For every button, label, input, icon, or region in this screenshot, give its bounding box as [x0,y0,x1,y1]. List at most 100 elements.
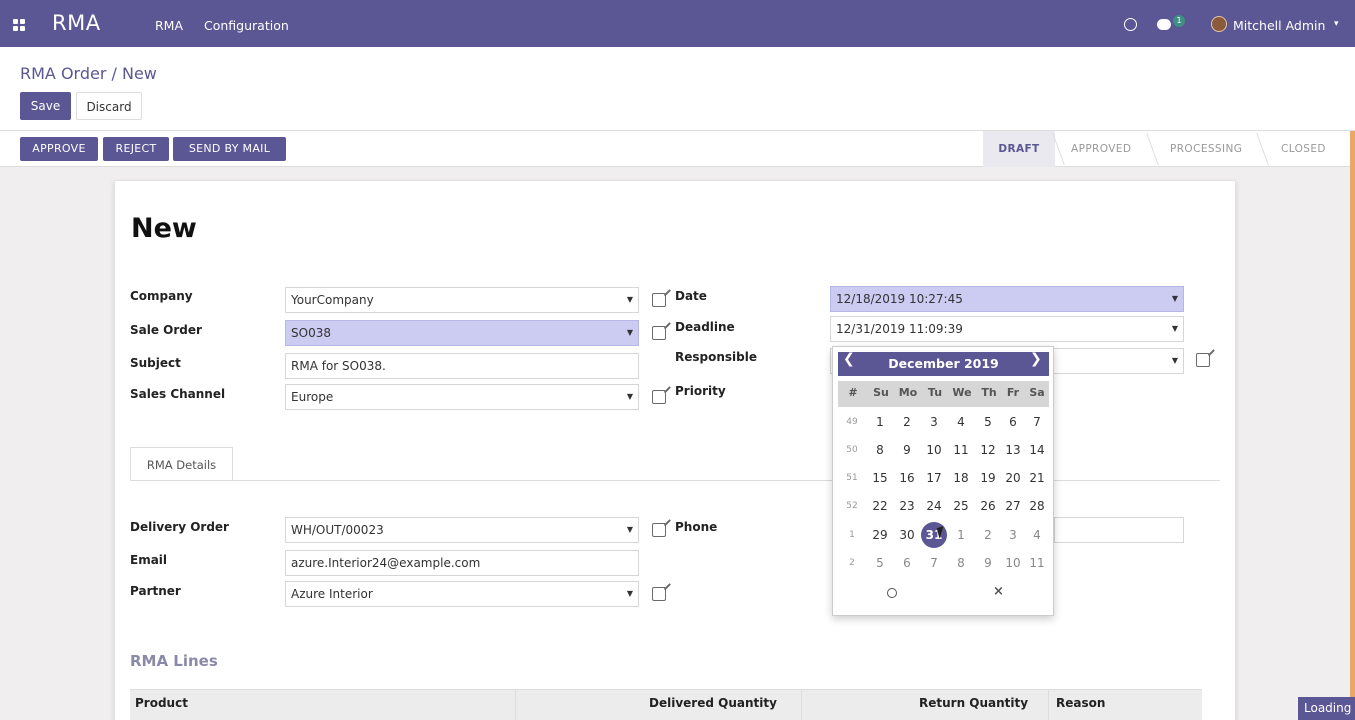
calendar-day[interactable]: 13 [1000,437,1026,463]
company-field[interactable]: YourCompany ▼ [285,287,639,313]
calendar-day[interactable]: 28 [1024,493,1050,519]
calendar-day[interactable]: 22 [867,493,893,519]
calendar-day[interactable]: 19 [975,465,1001,491]
stage-processing[interactable]: PROCESSING [1170,131,1242,167]
calendar-day[interactable]: 26 [975,493,1001,519]
breadcrumb[interactable]: RMA Order / New [20,64,157,83]
external-link-icon[interactable] [652,293,666,307]
calendar-day[interactable]: 16 [894,465,920,491]
send-by-mail-button[interactable]: SEND BY MAIL [173,137,286,161]
sales-channel-field[interactable]: Europe ▼ [285,384,639,410]
partner-field[interactable]: Azure Interior ▼ [285,581,639,607]
weekday-fr: Fr [1006,386,1020,399]
sale-order-field[interactable]: SO038 ▼ [285,320,639,346]
reject-button[interactable]: REJECT [103,137,169,161]
calendar-day[interactable]: 7 [921,550,947,576]
calendar-day[interactable]: 1 [867,409,893,435]
calendar-day[interactable]: 5 [975,409,1001,435]
chevron-down-icon[interactable]: ▼ [627,288,633,312]
calendar-day[interactable]: 2 [975,522,1001,548]
datepicker-month[interactable]: December 2019 [838,352,1049,376]
nav-menu-rma[interactable]: RMA [155,18,183,33]
chevron-down-icon[interactable]: ▼ [1172,287,1178,311]
stage-draft[interactable]: DRAFT [983,131,1055,167]
calendar-day[interactable]: 27 [1000,493,1026,519]
calendar-day[interactable]: 21 [1024,465,1050,491]
calendar-day[interactable]: 4 [948,409,974,435]
chevron-down-icon[interactable]: ▼ [627,321,633,345]
chat-icon[interactable] [1157,19,1171,30]
calendar-day[interactable]: 25 [948,493,974,519]
chevron-down-icon[interactable]: ▼ [627,385,633,409]
approve-button[interactable]: APPROVE [20,137,98,161]
calendar-day[interactable]: 23 [894,493,920,519]
column-return-quantity[interactable]: Return Quantity [919,696,1028,710]
stage-closed[interactable]: CLOSED [1281,131,1326,167]
email-field[interactable]: azure.Interior24@example.com [285,550,639,576]
calendar-day[interactable]: 15 [867,465,893,491]
responsible-label: Responsible [675,350,757,364]
calendar-day[interactable]: 18 [948,465,974,491]
activity-clock-icon[interactable] [1124,18,1137,31]
calendar-day[interactable]: 6 [1000,409,1026,435]
column-reason[interactable]: Reason [1056,696,1105,710]
phone-field[interactable] [1054,517,1184,543]
delivery-order-field[interactable]: WH/OUT/00023 ▼ [285,517,639,543]
caret-down-icon[interactable]: ▾ [1334,19,1339,29]
save-button[interactable]: Save [20,92,71,120]
calendar-day[interactable]: 8 [867,437,893,463]
email-label: Email [130,553,168,567]
user-menu[interactable]: Mitchell Admin [1233,18,1325,33]
calendar-day[interactable]: 29 [867,522,893,548]
external-link-icon[interactable] [652,326,666,340]
calendar-day[interactable]: 3 [1000,522,1026,548]
calendar-day[interactable]: 17 [921,465,947,491]
calendar-day[interactable]: 2 [894,409,920,435]
chevron-right-icon[interactable]: ❯ [1030,351,1042,367]
external-link-icon[interactable] [652,587,666,601]
calendar-day[interactable]: 24 [921,493,947,519]
calendar-day[interactable]: 4 [1024,522,1050,548]
close-icon[interactable]: × [993,584,1004,599]
calendar-day[interactable]: 10 [1000,550,1026,576]
calendar-day[interactable]: 9 [975,550,1001,576]
deadline-field[interactable]: 12/31/2019 11:09:39 ▼ [830,316,1184,342]
column-product[interactable]: Product [135,696,188,710]
calendar-day[interactable]: 6 [894,550,920,576]
chevron-left-icon[interactable]: ❮ [843,351,855,367]
app-brand[interactable]: RMA [52,11,101,35]
calendar-day[interactable]: 9 [894,437,920,463]
clock-icon[interactable] [887,588,897,598]
calendar-day[interactable]: 5 [867,550,893,576]
date-field[interactable]: 12/18/2019 10:27:45 ▼ [830,286,1184,312]
avatar[interactable] [1211,16,1227,32]
delivery-order-value: WH/OUT/00023 [291,523,384,537]
chevron-down-icon[interactable]: ▼ [1172,317,1178,341]
calendar-day[interactable]: 20 [1000,465,1026,491]
nav-menu-configuration[interactable]: Configuration [204,18,289,33]
subject-field[interactable]: RMA for SO038. [285,353,639,379]
external-link-icon[interactable] [1196,353,1210,367]
apps-menu-icon[interactable] [13,19,25,31]
tab-rma-details[interactable]: RMA Details [130,447,233,481]
calendar-day[interactable]: 10 [921,437,947,463]
calendar-day[interactable]: 12 [975,437,1001,463]
delivery-order-label: Delivery Order [130,520,229,534]
calendar-day[interactable]: 11 [1024,550,1050,576]
external-link-icon[interactable] [652,523,666,537]
chevron-down-icon[interactable]: ▼ [627,582,633,606]
calendar-day[interactable]: 1 [948,522,974,548]
chevron-down-icon[interactable]: ▼ [627,518,633,542]
discard-button[interactable]: Discard [76,92,142,120]
calendar-day[interactable]: 8 [948,550,974,576]
calendar-day[interactable]: 7 [1024,409,1050,435]
column-delivered-quantity[interactable]: Delivered Quantity [649,696,777,710]
calendar-day[interactable]: 3 [921,409,947,435]
calendar-day[interactable]: 11 [948,437,974,463]
external-link-icon[interactable] [652,390,666,404]
calendar-day[interactable]: 14 [1024,437,1050,463]
deadline-value: 12/31/2019 11:09:39 [836,322,963,336]
calendar-day[interactable]: 30 [894,522,920,548]
stage-approved[interactable]: APPROVED [1071,131,1131,167]
chevron-down-icon[interactable]: ▼ [1172,349,1178,373]
